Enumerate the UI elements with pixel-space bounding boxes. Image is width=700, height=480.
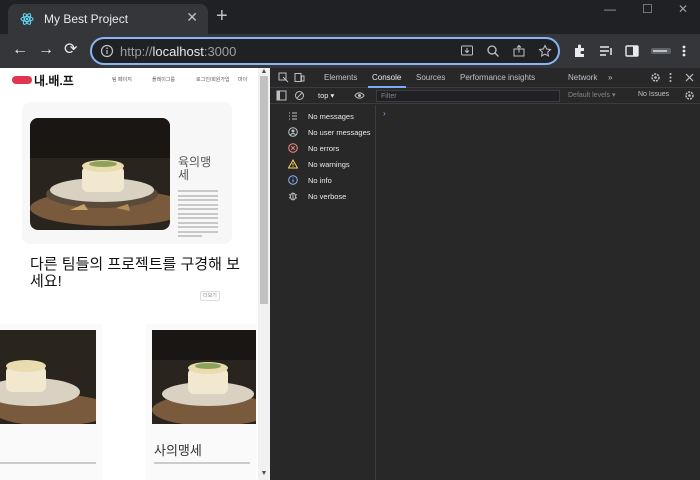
sidebar-item-verbose[interactable]: No verbose (280, 189, 376, 203)
more-button[interactable]: 더보기 (200, 291, 220, 301)
tab-elements[interactable]: Elements (324, 73, 357, 82)
context-selector[interactable]: top ▾ (318, 91, 334, 100)
user-icon (288, 127, 298, 137)
project-card[interactable]: 사의맹세 (146, 324, 256, 480)
site-nav: 내.배.프 팀 페이지 플레이그룹 로그인/회원가입 마이 (0, 68, 258, 92)
sidebar-item-warnings[interactable]: No warnings (280, 157, 376, 171)
sidebar-item-label: No errors (308, 144, 340, 153)
sidebar-item-info[interactable]: No info (280, 173, 376, 187)
warning-icon (288, 159, 298, 169)
inspect-element-icon[interactable] (278, 72, 289, 83)
sidebar-item-label: No verbose (308, 192, 347, 201)
more-menu-icon[interactable] (680, 43, 688, 59)
clear-console-icon[interactable] (294, 90, 305, 101)
settings-gear-icon[interactable] (650, 72, 661, 83)
issues-counter[interactable]: No Issues (638, 91, 669, 98)
maximize-button[interactable]: ☐ (642, 2, 653, 16)
device-toolbar-icon[interactable] (294, 72, 305, 83)
more-tabs-button[interactable]: » (608, 73, 612, 82)
profile-avatar[interactable] (650, 43, 672, 59)
devtools-tabbar: Elements Console Sources Performance ins… (270, 68, 700, 88)
devtools-menu-icon[interactable] (668, 72, 673, 83)
console-toolbar: top ▾ Filter Default levels ▾ No Issues (270, 88, 700, 104)
console-prompt[interactable]: › (383, 109, 386, 118)
devtools-panel: Elements Console Sources Performance ins… (270, 68, 700, 480)
featured-project-card[interactable]: 육의맹세 (22, 102, 232, 244)
tab-performance-insights[interactable]: Performance insights (460, 73, 535, 82)
close-devtools-icon[interactable] (684, 72, 695, 83)
filter-input[interactable]: Filter (376, 90, 560, 102)
browser-toolbar: ← → ⟳ http://localhost:3000 (0, 34, 700, 68)
console-output[interactable]: › (377, 105, 700, 480)
project-image (152, 330, 256, 424)
tab-network[interactable]: Network (568, 73, 597, 82)
project-card-desc (154, 462, 250, 464)
project-image (30, 118, 170, 230)
list-icon (289, 112, 297, 120)
tab-strip: My Best Project ✕ + — ☐ ✕ (0, 0, 700, 34)
tab-sources[interactable]: Sources (416, 73, 445, 82)
verbose-icon (288, 192, 298, 201)
sidebar-item-messages[interactable]: No messages (280, 109, 376, 123)
sidebar-item-label: No user messages (308, 128, 371, 137)
tab-title: My Best Project (44, 12, 129, 26)
card-title: 육의맹세 (178, 155, 212, 182)
extensions-icon[interactable] (572, 43, 588, 59)
share-icon[interactable] (512, 44, 526, 58)
nav-link-my[interactable]: 마이 (238, 76, 247, 83)
sidebar-item-label: No info (308, 176, 332, 185)
forward-button[interactable]: → (38, 42, 54, 58)
reload-button[interactable]: ⟳ (64, 42, 77, 58)
info-icon (288, 175, 298, 185)
reading-list-icon[interactable] (598, 43, 614, 59)
scroll-up-arrow[interactable]: ▲ (260, 68, 268, 75)
tab-console[interactable]: Console (372, 73, 401, 82)
browser-window: My Best Project ✕ + — ☐ ✕ ← → ⟳ http://l… (0, 0, 700, 480)
console-sidebar: No messages No user messages No errors N… (280, 105, 376, 480)
bookmark-star-icon[interactable] (538, 44, 552, 58)
back-button[interactable]: ← (12, 42, 28, 58)
project-card-desc (0, 462, 96, 464)
project-card-title: 사의맹세 (154, 443, 202, 458)
sidebar-toggle-icon[interactable] (276, 90, 287, 101)
install-icon[interactable] (460, 44, 474, 58)
new-tab-button[interactable]: + (216, 6, 228, 26)
error-icon (288, 143, 298, 153)
tab-close-icon[interactable]: ✕ (186, 9, 198, 26)
page-scrollbar[interactable]: ▲ ▼ (258, 68, 270, 480)
project-image (0, 330, 96, 424)
site-info-icon[interactable] (100, 44, 114, 58)
nav-link-team[interactable]: 팀 페이지 (112, 76, 132, 83)
nav-link-play[interactable]: 플레이그룹 (152, 76, 175, 83)
scroll-down-arrow[interactable]: ▼ (260, 470, 268, 477)
close-window-button[interactable]: ✕ (678, 2, 688, 16)
browser-tab[interactable]: My Best Project ✕ (8, 4, 208, 34)
side-panel-icon[interactable] (624, 43, 640, 59)
address-bar[interactable]: http://localhost:3000 (90, 37, 560, 65)
zoom-icon[interactable] (486, 44, 500, 58)
card-description (178, 190, 218, 250)
filter-placeholder: Filter (381, 93, 397, 100)
url-text: http://localhost:3000 (120, 44, 237, 59)
logo-mark[interactable] (12, 76, 32, 84)
sidebar-item-user-messages[interactable]: No user messages (280, 125, 376, 139)
scroll-thumb[interactable] (260, 76, 268, 304)
project-card[interactable] (0, 324, 102, 480)
sidebar-item-errors[interactable]: No errors (280, 141, 376, 155)
page-viewport: 내.배.프 팀 페이지 플레이그룹 로그인/회원가입 마이 육의맹세 다른 팀들… (0, 68, 258, 480)
nav-link-login[interactable]: 로그인/회원가입 (196, 76, 230, 83)
console-settings-gear-icon[interactable] (684, 90, 695, 101)
sidebar-item-label: No warnings (308, 160, 350, 169)
react-icon (20, 13, 34, 25)
minimize-button[interactable]: — (604, 2, 616, 16)
log-levels-dropdown[interactable]: Default levels ▾ (568, 91, 615, 99)
sidebar-item-label: No messages (308, 112, 354, 121)
section-headline: 다른 팀들의 프로젝트를 구경해 보세요! (30, 256, 240, 290)
live-expression-eye-icon[interactable] (354, 90, 365, 101)
site-logo[interactable]: 내.배.프 (34, 72, 74, 89)
